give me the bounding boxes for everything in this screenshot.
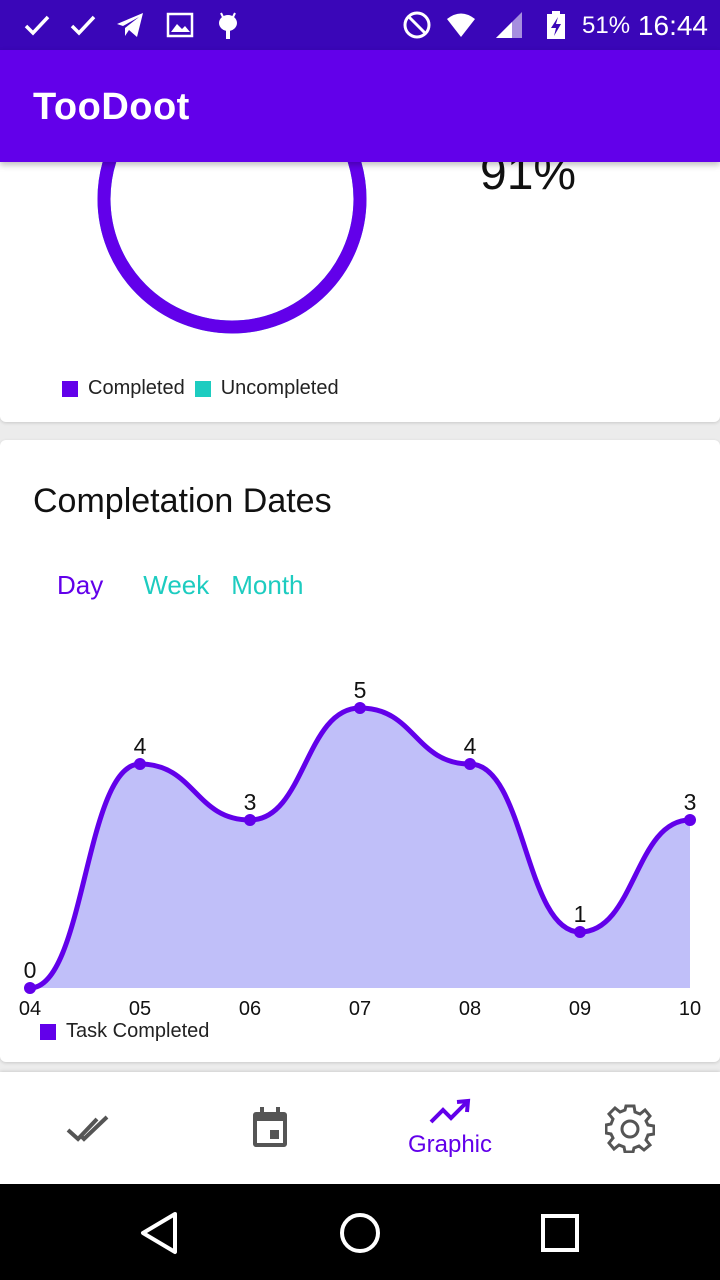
data-point <box>354 702 366 714</box>
app-title: TooDoot <box>33 86 190 128</box>
data-point <box>574 926 586 938</box>
clock: 16:44 <box>637 10 708 41</box>
app-bar: TooDoot <box>0 50 720 162</box>
nav-item-settings[interactable] <box>540 1072 720 1184</box>
data-label: 3 <box>684 789 697 815</box>
data-label: 4 <box>134 733 147 759</box>
data-point <box>134 758 146 770</box>
data-label: 4 <box>464 733 477 759</box>
legend-swatch-completed <box>62 380 78 397</box>
series-area <box>30 708 690 988</box>
data-point <box>464 758 476 770</box>
legend-swatch-uncompleted <box>194 380 211 397</box>
completion-dates-card: Completation Dates Day Week Month 0 04 4 05… <box>0 440 720 1062</box>
pie-legend: Completed Uncompleted <box>62 377 349 400</box>
x-tick-label: 06 <box>239 998 261 1020</box>
donut-completed-arc <box>97 162 367 334</box>
legend-label-completed: Completed <box>88 377 185 399</box>
back-icon[interactable] <box>135 1208 185 1258</box>
x-tick-label: 05 <box>129 998 151 1020</box>
battery-charging-icon <box>547 11 565 39</box>
nav-label-graphic: Graphic <box>407 1131 493 1158</box>
completion-percent: 91% <box>480 162 577 200</box>
donut-track <box>97 162 367 334</box>
status-bar: 51% 16:44 <box>0 0 720 50</box>
data-point <box>24 982 36 994</box>
completion-line-chart: 0 04 4 05 3 06 5 07 4 08 1 09 3 10 <box>19 677 701 1020</box>
recents-icon[interactable] <box>535 1208 585 1258</box>
wifi-icon <box>447 13 475 37</box>
android-debug-icon <box>219 12 237 39</box>
data-label: 1 <box>574 901 587 927</box>
battery-percent: 51% <box>582 12 631 39</box>
telegram-icon <box>117 13 143 37</box>
x-tick-label: 07 <box>349 998 371 1020</box>
content-scroll[interactable]: 91% Completed Uncompleted Completation D… <box>0 162 720 1072</box>
completion-donut <box>97 162 367 334</box>
data-label: 3 <box>244 789 257 815</box>
system-navigation-bar <box>0 1184 720 1280</box>
x-tick-label: 09 <box>569 998 591 1020</box>
x-tick-label: 04 <box>19 998 41 1020</box>
do-not-disturb-icon <box>403 11 431 39</box>
check-icon <box>24 15 50 36</box>
double-check-icon <box>66 1115 109 1142</box>
home-icon[interactable] <box>335 1208 385 1258</box>
bottom-navigation: Graphic <box>0 1072 720 1184</box>
summary-card: 91% Completed Uncompleted <box>0 162 720 422</box>
legend-swatch-task-completed <box>40 1023 56 1040</box>
data-label: 0 <box>24 957 37 983</box>
nav-item-calendar[interactable] <box>180 1072 360 1184</box>
legend-label-uncompleted: Uncompleted <box>220 377 339 399</box>
nav-item-graphic[interactable]: Graphic <box>360 1072 540 1184</box>
legend-label-task-completed: Task Completed <box>66 1020 210 1042</box>
signal-icon <box>496 12 522 38</box>
data-point <box>244 814 256 826</box>
image-icon <box>166 12 194 38</box>
data-label: 5 <box>354 677 367 703</box>
check-icon <box>70 15 96 36</box>
data-point <box>684 814 696 826</box>
x-tick-label: 10 <box>679 998 701 1020</box>
nav-item-tasks[interactable] <box>0 1072 180 1184</box>
gear-icon <box>605 1104 655 1153</box>
trending-up-icon <box>429 1098 471 1124</box>
line-legend: Task Completed <box>40 1020 219 1043</box>
calendar-icon <box>253 1107 287 1147</box>
x-tick-label: 08 <box>459 998 481 1020</box>
